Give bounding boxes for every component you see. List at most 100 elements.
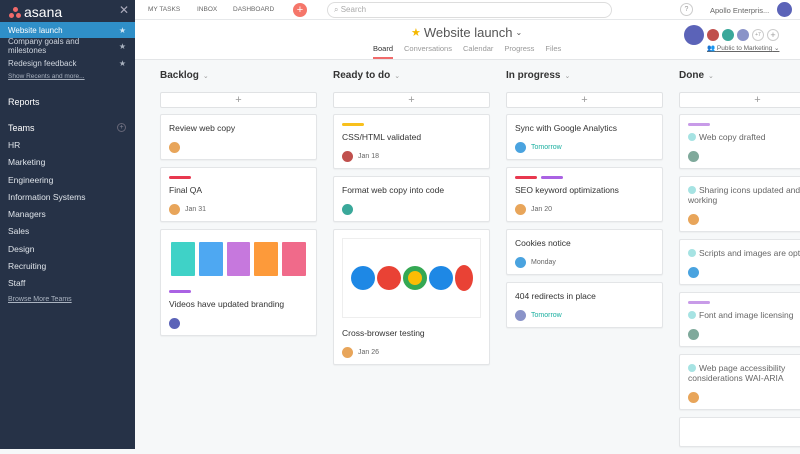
assignee-avatar[interactable] xyxy=(342,204,353,215)
add-task-button[interactable]: + xyxy=(160,92,317,108)
assignee-avatar[interactable] xyxy=(169,142,180,153)
nav-inbox[interactable]: INBOX xyxy=(197,6,217,13)
completed-check-icon[interactable] xyxy=(688,186,696,194)
tab-files[interactable]: Files xyxy=(545,44,561,59)
task-card[interactable]: SEO keyword optimizations Jan 20 xyxy=(506,167,663,222)
sidebar-team-managers[interactable]: Managers xyxy=(8,209,46,219)
task-card[interactable]: Web page accessibility considerations WA… xyxy=(679,354,800,410)
attachment-thumbnail xyxy=(169,238,308,280)
add-member-icon[interactable]: + xyxy=(767,29,779,41)
task-card[interactable]: Final QA Jan 31 xyxy=(160,167,317,222)
sidebar-team-sales[interactable]: Sales xyxy=(8,226,29,236)
nav-my-tasks[interactable]: MY TASKS xyxy=(148,6,180,13)
completed-check-icon[interactable] xyxy=(688,311,696,319)
task-title: Format web copy into code xyxy=(342,185,445,195)
task-card[interactable]: Format web copy into code xyxy=(333,176,490,222)
browse-more-teams-link[interactable]: Browse More Teams xyxy=(8,296,72,303)
assignee-avatar[interactable] xyxy=(515,310,526,321)
task-card[interactable]: Review web copy xyxy=(160,114,317,160)
star-icon[interactable]: ★ xyxy=(119,59,126,68)
completed-check-icon[interactable] xyxy=(688,133,696,141)
tab-conversations[interactable]: Conversations xyxy=(404,44,452,59)
search-input[interactable]: ⌕ Search xyxy=(327,2,612,18)
task-card[interactable]: Sync with Google Analytics Tomorrow xyxy=(506,114,663,160)
sidebar-team-design[interactable]: Design xyxy=(8,244,34,254)
assignee-avatar[interactable] xyxy=(688,151,699,162)
sidebar-reports[interactable]: Reports xyxy=(8,97,40,107)
sidebar-team-staff[interactable]: Staff xyxy=(8,278,25,288)
favorite-star-icon[interactable]: ★ xyxy=(411,26,421,39)
task-card[interactable]: Cross-browser testing Jan 26 xyxy=(333,229,490,365)
due-date: Jan 26 xyxy=(358,349,380,356)
due-date: Jan 18 xyxy=(358,153,380,160)
sidebar-team-engineering[interactable]: Engineering xyxy=(8,175,53,185)
privacy-setting[interactable]: 👥 Public to Marketing ⌄ xyxy=(707,44,779,52)
sidebar-team-information-systems[interactable]: Information Systems xyxy=(8,192,85,202)
user-avatar[interactable] xyxy=(777,2,792,17)
task-card[interactable]: Cookies notice Monday xyxy=(506,229,663,275)
assignee-avatar[interactable] xyxy=(688,267,699,278)
tag-purple xyxy=(688,123,710,126)
task-card[interactable]: Videos have updated branding xyxy=(160,229,317,336)
browser-logos-image xyxy=(342,238,481,318)
column-menu-icon[interactable]: ⌄ xyxy=(394,73,400,80)
assignee-avatar[interactable] xyxy=(515,204,526,215)
task-title: Web copy drafted xyxy=(699,132,766,142)
tab-calendar[interactable]: Calendar xyxy=(463,44,493,59)
assignee-avatar[interactable] xyxy=(342,347,353,358)
task-card[interactable]: CSS/HTML validated Jan 18 xyxy=(333,114,490,169)
chevron-down-icon[interactable]: ⌄ xyxy=(516,28,523,37)
completed-check-icon[interactable] xyxy=(688,364,696,372)
task-title: Scripts and images are optimized xyxy=(699,248,800,258)
nav-dashboard[interactable]: DASHBOARD xyxy=(233,6,274,13)
favorite-redesign-feedback[interactable]: Redesign feedback ★ xyxy=(0,55,135,71)
star-icon[interactable]: ★ xyxy=(119,26,126,35)
task-card[interactable]: 404 redirects in place Tomorrow xyxy=(506,282,663,328)
organization-switcher[interactable]: Apollo Enterpris... xyxy=(710,6,769,15)
task-card[interactable] xyxy=(679,417,800,447)
add-task-button[interactable]: + xyxy=(679,92,800,108)
column-ready-to-do: Ready to do ⌄ + CSS/HTML validated Jan 18 … xyxy=(333,70,490,372)
assignee-avatar[interactable] xyxy=(688,214,699,225)
assignee-avatar[interactable] xyxy=(688,392,699,403)
task-card[interactable]: Font and image licensing xyxy=(679,292,800,347)
tab-board[interactable]: Board xyxy=(373,44,394,59)
favorite-company-goals[interactable]: Company goals and milestones ★ xyxy=(0,37,135,55)
assignee-avatar[interactable] xyxy=(515,142,526,153)
column-menu-icon[interactable]: ⌄ xyxy=(564,73,570,80)
sidebar-team-hr[interactable]: HR xyxy=(8,140,20,150)
close-sidebar-icon[interactable]: ✕ xyxy=(119,3,129,17)
task-card[interactable]: Web copy drafted xyxy=(679,114,800,169)
tab-progress[interactable]: Progress xyxy=(504,44,534,59)
task-card[interactable]: Scripts and images are optimized xyxy=(679,239,800,285)
add-task-button[interactable]: + xyxy=(506,92,663,108)
assignee-avatar[interactable] xyxy=(169,318,180,329)
assignee-avatar[interactable] xyxy=(688,329,699,340)
favorite-website-launch[interactable]: Website launch ★ xyxy=(0,22,135,38)
member-avatar[interactable] xyxy=(707,29,719,41)
member-avatar[interactable] xyxy=(737,29,749,41)
add-task-button[interactable]: + xyxy=(333,92,490,108)
show-recents-link[interactable]: Show Recents and more... xyxy=(8,73,85,80)
add-team-icon[interactable]: + xyxy=(117,123,126,132)
star-icon[interactable]: ★ xyxy=(119,42,126,51)
owner-avatar[interactable] xyxy=(684,25,704,45)
favorite-label: Redesign feedback xyxy=(8,58,77,68)
asana-logo[interactable]: asana xyxy=(9,4,62,20)
sidebar-team-marketing[interactable]: Marketing xyxy=(8,157,45,167)
more-members-badge[interactable]: +7 xyxy=(752,29,764,41)
completed-check-icon[interactable] xyxy=(688,249,696,257)
column-menu-icon[interactable]: ⌄ xyxy=(203,73,209,80)
column-menu-icon[interactable]: ⌄ xyxy=(708,73,714,80)
member-avatar[interactable] xyxy=(722,29,734,41)
tag-red xyxy=(515,176,537,179)
task-title: Sync with Google Analytics xyxy=(515,123,618,133)
assignee-avatar[interactable] xyxy=(169,204,180,215)
quick-add-button[interactable]: + xyxy=(293,3,307,17)
sidebar-team-recruiting[interactable]: Recruiting xyxy=(8,261,46,271)
task-card[interactable]: Sharing icons updated and working xyxy=(679,176,800,232)
assignee-avatar[interactable] xyxy=(342,151,353,162)
help-button[interactable]: ? xyxy=(680,3,693,16)
assignee-avatar[interactable] xyxy=(515,257,526,268)
due-date: Monday xyxy=(531,259,556,266)
